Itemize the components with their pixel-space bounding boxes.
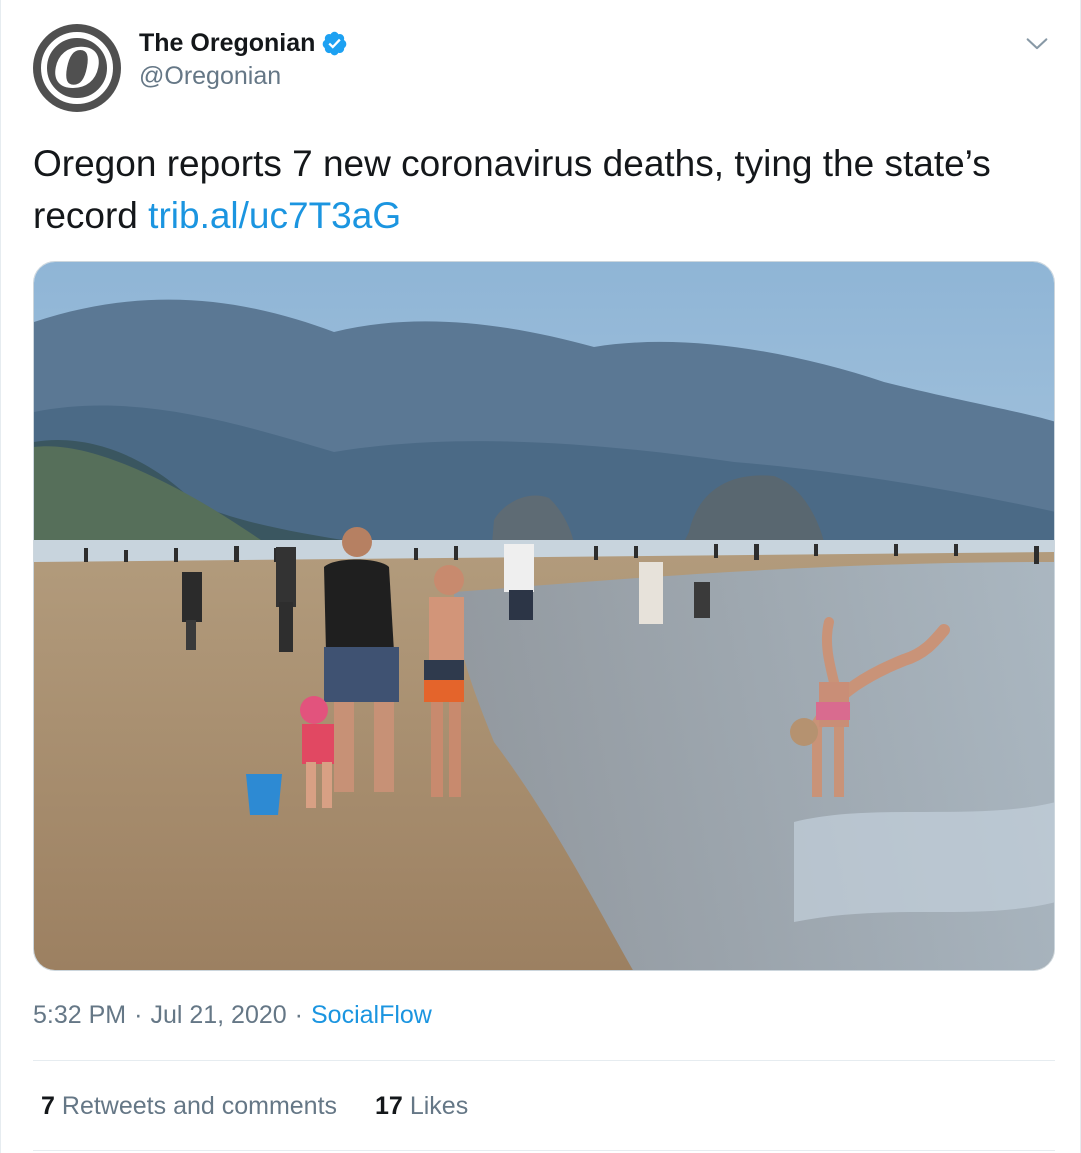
tweet-meta: 5:32 PM · Jul 21, 2020 · SocialFlow [33, 998, 432, 1032]
tweet-source[interactable]: SocialFlow [311, 1001, 432, 1030]
divider [33, 1060, 1055, 1061]
likes-stat[interactable]: 17 Likes [375, 1092, 468, 1121]
handle[interactable]: @Oregonian [139, 62, 348, 91]
tweet-photo[interactable] [33, 261, 1055, 971]
retweets-stat[interactable]: 7 Retweets and comments [41, 1092, 337, 1121]
tweet-card: O The Oregonian @Oregonian Oregon report… [0, 0, 1081, 1153]
verified-badge-icon [321, 30, 348, 57]
display-name[interactable]: The Oregonian [139, 29, 315, 58]
likes-label: Likes [409, 1091, 469, 1120]
tweet-text: Oregon reports 7 new coronavirus deaths,… [33, 138, 1043, 242]
avatar[interactable]: O [33, 24, 121, 112]
meta-separator: · [134, 1000, 143, 1029]
tweet-date[interactable]: Jul 21, 2020 [150, 1001, 286, 1030]
retweets-label: Retweets and comments [61, 1091, 338, 1120]
likes-count: 17 [375, 1091, 403, 1120]
tweet-link[interactable]: trib.al/uc7T3aG [148, 195, 401, 236]
bottom-divider [33, 1150, 1055, 1151]
chevron-down-icon[interactable] [1023, 30, 1051, 58]
tweet-time[interactable]: 5:32 PM [33, 1001, 126, 1030]
name-row: The Oregonian [139, 26, 348, 60]
meta-separator: · [294, 1000, 303, 1029]
retweets-count: 7 [41, 1091, 55, 1120]
tweet-header: O The Oregonian @Oregonian [33, 20, 1053, 112]
tweet-stats: 7 Retweets and comments 17 Likes [41, 1088, 506, 1124]
avatar-logo: O [53, 36, 101, 100]
author-names: The Oregonian @Oregonian [139, 26, 348, 91]
